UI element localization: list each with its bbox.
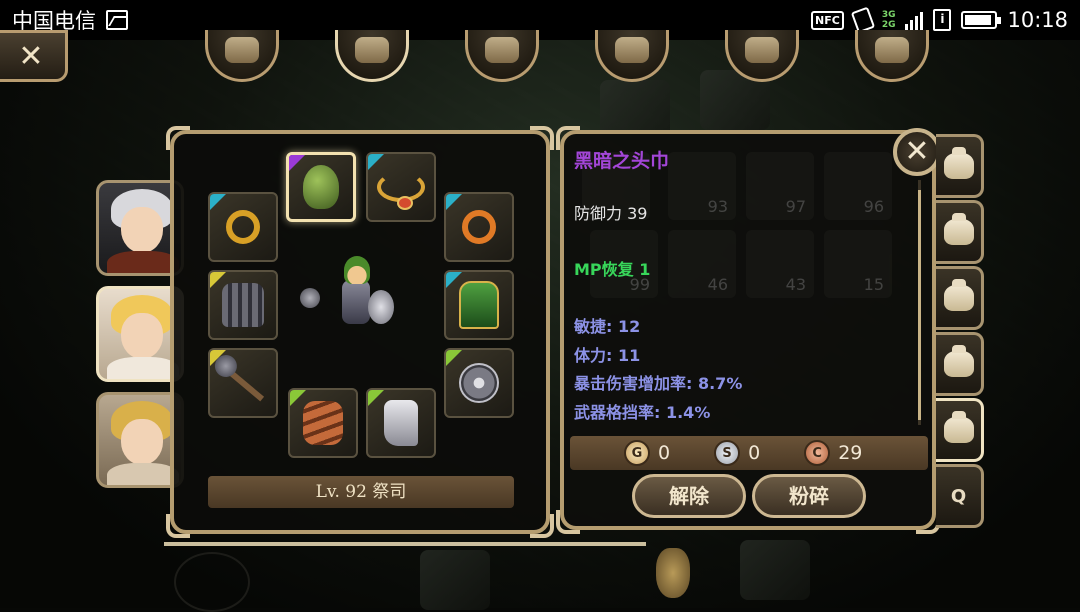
item-stat: 武器格挡率: 1.4%	[574, 403, 711, 422]
bag-icon	[943, 411, 974, 443]
clock: 10:18	[1007, 8, 1068, 32]
detail-scrollbar-thumb[interactable]	[918, 190, 921, 420]
stack-count: 15	[863, 275, 884, 294]
compass-icon	[485, 36, 519, 63]
scene-decoration	[420, 550, 490, 610]
network-2g-label: 2G	[881, 20, 896, 30]
close-detail-button[interactable]: ✕	[893, 128, 941, 176]
necklace-icon	[377, 172, 425, 210]
bag-icon	[943, 147, 974, 179]
silver-amount: 0	[748, 442, 761, 464]
stack-count: 97	[785, 197, 806, 216]
network-type-icon: 3G 2G	[882, 10, 896, 30]
equip-slot-ring-right[interactable]	[444, 192, 514, 262]
boots-icon	[384, 400, 418, 446]
level-class-label: Lv. 92 祭司	[208, 476, 514, 508]
character-preview	[298, 252, 408, 352]
bag-icon	[943, 345, 974, 377]
unequip-button[interactable]: 解除	[632, 474, 746, 518]
bag-icon	[943, 279, 974, 311]
gear-icon	[875, 36, 909, 63]
joystick-pad[interactable]	[174, 552, 250, 612]
stack-count: 43	[785, 275, 806, 294]
gold-currency: G 0	[624, 440, 670, 466]
vase-icon	[656, 548, 690, 598]
armor-icon	[222, 283, 264, 327]
copper-currency: C 29	[804, 440, 862, 466]
bag-search-tab[interactable]: Q	[936, 464, 984, 528]
panel-divider	[164, 542, 646, 546]
cloak-icon	[459, 281, 499, 329]
item-stat: 敏捷: 12	[574, 317, 641, 336]
equip-slot-armor[interactable]	[208, 270, 278, 340]
equip-slot-necklace[interactable]	[366, 152, 436, 222]
network-3g-label: 3G	[881, 10, 896, 20]
battery-icon	[961, 11, 1002, 29]
ring-icon	[462, 210, 496, 244]
equip-slot-shield[interactable]	[444, 348, 514, 418]
bag-icon	[355, 36, 389, 63]
character-portrait	[99, 183, 181, 273]
gloves-icon	[303, 401, 343, 445]
helmet-icon	[225, 36, 259, 63]
battery-level	[965, 15, 992, 25]
stack-count: 96	[863, 197, 884, 216]
mace-icon	[221, 364, 265, 402]
equip-slot-cloak[interactable]	[444, 270, 514, 340]
bag-icon	[943, 213, 974, 245]
item-stat: 体力: 11	[574, 346, 641, 365]
currency-bar: G 0 S 0 C 29	[570, 436, 928, 470]
equip-slot-gloves[interactable]	[288, 388, 358, 458]
signal-icon	[905, 10, 924, 30]
party-icon	[615, 36, 649, 63]
scene-decoration	[740, 540, 810, 600]
item-defense: 防御力 39	[574, 204, 648, 223]
search-icon: Q	[950, 485, 967, 507]
item-stat: 暴击伤害增加率: 8.7%	[574, 374, 743, 393]
nfc-icon: NFC	[811, 10, 844, 30]
sim-icon: i	[933, 9, 952, 31]
stack-count: 46	[707, 275, 728, 294]
equip-slot-head[interactable]	[286, 152, 356, 222]
scroll-icon	[745, 36, 779, 63]
back-button[interactable]: ✕	[0, 30, 68, 82]
bag-tab-3[interactable]	[936, 266, 984, 330]
image-notification-icon	[106, 10, 128, 30]
equip-slot-weapon[interactable]	[208, 348, 278, 418]
stack-count: 93	[707, 197, 728, 216]
shatter-button[interactable]: 粉碎	[752, 474, 866, 518]
bag-tab-1[interactable]	[936, 134, 984, 198]
equip-slot-boots[interactable]	[366, 388, 436, 458]
hood-icon	[303, 165, 339, 209]
bag-tab-2[interactable]	[936, 200, 984, 264]
character-portrait	[99, 395, 181, 485]
close-icon: ✕	[904, 134, 930, 169]
ring-icon	[226, 210, 260, 244]
gold-coin-icon: G	[624, 440, 650, 466]
copper-amount: 29	[838, 442, 863, 464]
silver-currency: S 0	[714, 440, 760, 466]
shield-icon	[459, 363, 499, 403]
item-special-stat: MP恢复 1	[574, 260, 651, 279]
bag-tab-5[interactable]	[936, 398, 984, 462]
copper-coin-icon: C	[804, 440, 831, 466]
gold-amount: 0	[658, 442, 671, 464]
back-icon: ✕	[18, 38, 44, 74]
silver-coin-icon: S	[714, 440, 741, 466]
bag-tab-4[interactable]	[936, 332, 984, 396]
character-portrait	[99, 289, 181, 379]
equip-slot-ring-left[interactable]	[208, 192, 278, 262]
item-name: 黑暗之头巾	[574, 150, 670, 172]
